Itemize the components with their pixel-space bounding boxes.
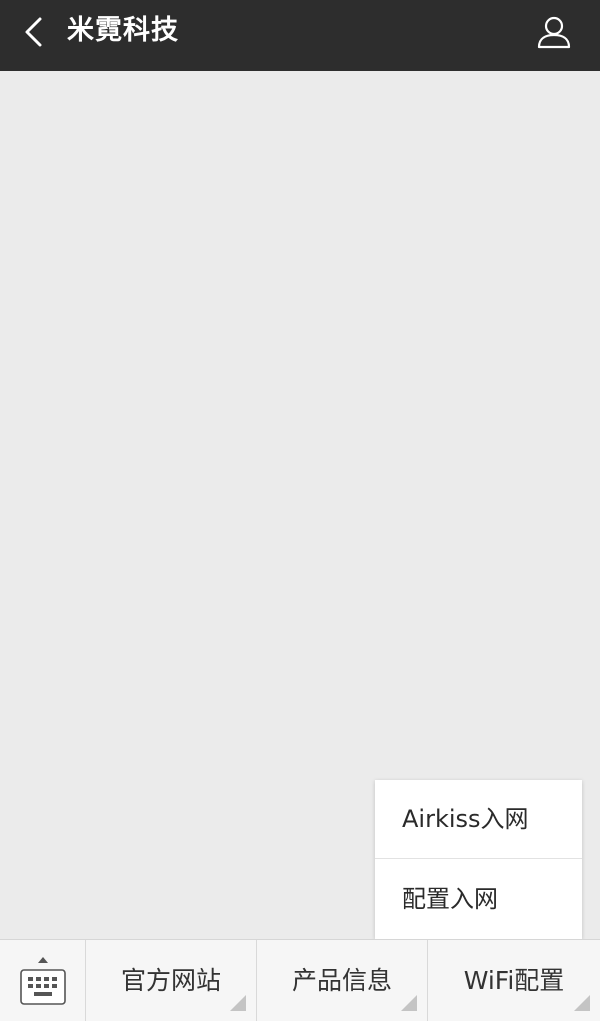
keyboard-switch-button[interactable]	[0, 940, 86, 1021]
back-button[interactable]	[14, 10, 54, 54]
menu-button-wifi-config[interactable]: WiFi配置	[428, 940, 600, 1021]
keyboard-icon	[20, 969, 66, 1005]
menu-button-label: 官方网站	[120, 966, 221, 995]
bottom-menu-bar: 官方网站 产品信息 WiFi配置	[0, 939, 600, 1021]
profile-button[interactable]	[534, 12, 574, 52]
wifi-config-popup: Airkiss入网 配置入网	[375, 780, 582, 939]
caret-up-icon	[38, 957, 48, 963]
submenu-corner-icon	[401, 995, 417, 1011]
top-bar: 米霓科技	[0, 0, 600, 71]
menu-button-official-site[interactable]: 官方网站	[86, 940, 257, 1021]
menu-button-label: WiFi配置	[463, 966, 565, 995]
popup-item-config-network[interactable]: 配置入网	[375, 860, 582, 939]
chevron-left-icon	[25, 17, 42, 47]
person-icon	[537, 16, 571, 49]
submenu-corner-icon	[230, 995, 246, 1011]
page-title: 米霓科技	[67, 15, 179, 46]
submenu-corner-icon	[574, 995, 590, 1011]
menu-button-label: 产品信息	[291, 966, 392, 995]
popup-item-airkiss[interactable]: Airkiss入网	[375, 780, 582, 859]
menu-button-product-info[interactable]: 产品信息	[257, 940, 428, 1021]
